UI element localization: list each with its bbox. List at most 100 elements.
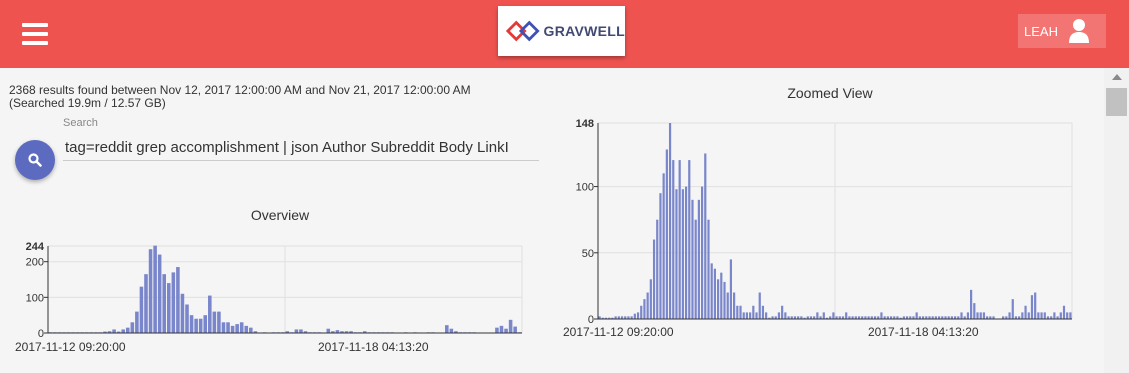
overview-bar[interactable] bbox=[139, 286, 144, 333]
overview-bar[interactable] bbox=[203, 315, 208, 333]
zoomed-bar[interactable] bbox=[649, 279, 652, 319]
overview-bar[interactable] bbox=[167, 283, 171, 333]
zoomed-bar[interactable] bbox=[652, 239, 656, 319]
zoomed-bar[interactable] bbox=[1040, 312, 1043, 319]
zoomed-bar[interactable] bbox=[845, 312, 848, 319]
zoomed-bar[interactable] bbox=[700, 186, 704, 319]
zoomed-bar[interactable] bbox=[765, 312, 768, 319]
overview-bar[interactable] bbox=[221, 322, 226, 333]
overview-bar[interactable] bbox=[226, 322, 230, 333]
zoomed-bar[interactable] bbox=[1024, 305, 1027, 319]
zoomed-bar[interactable] bbox=[707, 219, 710, 319]
overview-bar[interactable] bbox=[513, 326, 517, 333]
zoomed-bar[interactable] bbox=[970, 289, 973, 319]
overview-bar[interactable] bbox=[148, 249, 153, 333]
zoomed-bar[interactable] bbox=[880, 312, 883, 319]
zoomed-bar[interactable] bbox=[784, 312, 787, 319]
zoomed-bar[interactable] bbox=[1027, 312, 1030, 319]
zoomed-bar[interactable] bbox=[739, 305, 742, 319]
zoomed-bar[interactable] bbox=[697, 199, 700, 319]
zoomed-bar[interactable] bbox=[733, 292, 736, 319]
zoomed-bar[interactable] bbox=[640, 305, 643, 319]
overview-bar[interactable] bbox=[198, 318, 203, 333]
zoomed-bar[interactable] bbox=[781, 305, 784, 319]
zoomed-bar[interactable] bbox=[1008, 312, 1011, 319]
zoomed-bar[interactable] bbox=[1037, 312, 1040, 319]
zoomed-bar[interactable] bbox=[688, 160, 691, 319]
overview-bar[interactable] bbox=[125, 327, 130, 333]
overview-chart[interactable]: 0 100 200 244 2017-11-12 09:20:00 2017-11-18 … bbox=[5, 236, 525, 366]
overview-bar[interactable] bbox=[244, 325, 249, 333]
zoomed-bar[interactable] bbox=[1030, 295, 1034, 319]
zoomed-bar[interactable] bbox=[1069, 312, 1072, 319]
overview-bar[interactable] bbox=[121, 329, 125, 333]
overview-bar[interactable] bbox=[157, 254, 162, 333]
zoomed-bar[interactable] bbox=[636, 312, 640, 319]
overview-bar[interactable] bbox=[299, 329, 303, 333]
zoomed-bar[interactable] bbox=[1021, 312, 1024, 319]
overview-bar[interactable] bbox=[208, 295, 212, 333]
zoomed-bar[interactable] bbox=[662, 173, 665, 319]
user-menu-button[interactable]: LEAH bbox=[1018, 14, 1106, 48]
zoomed-bar[interactable] bbox=[659, 193, 662, 319]
zoomed-bar[interactable] bbox=[684, 186, 688, 319]
zoomed-bar[interactable] bbox=[755, 312, 758, 319]
overview-bar[interactable] bbox=[217, 311, 221, 333]
overview-bar[interactable] bbox=[130, 322, 135, 333]
zoomed-bar[interactable] bbox=[752, 305, 755, 319]
zoomed-bar[interactable] bbox=[1053, 312, 1056, 319]
zoomed-bar[interactable] bbox=[656, 219, 659, 319]
vertical-scrollbar[interactable] bbox=[1104, 68, 1129, 373]
zoomed-chart[interactable]: 0501001482017-11-12 09:20:00 2017-11-18 0… bbox=[555, 114, 1075, 344]
zoomed-bar[interactable] bbox=[758, 292, 761, 319]
overview-bar[interactable] bbox=[185, 304, 189, 333]
zoomed-bar[interactable] bbox=[720, 272, 723, 319]
zoomed-bar[interactable] bbox=[1043, 312, 1046, 319]
search-button[interactable] bbox=[15, 140, 55, 180]
zoomed-bar[interactable] bbox=[710, 263, 713, 319]
logo[interactable]: GRAVWELL bbox=[498, 6, 625, 56]
overview-bar[interactable] bbox=[144, 274, 148, 333]
overview-bar[interactable] bbox=[171, 272, 176, 333]
zoomed-bar[interactable] bbox=[761, 305, 765, 319]
overview-bar[interactable] bbox=[112, 329, 116, 333]
overview-bar[interactable] bbox=[235, 324, 239, 333]
overview-bar[interactable] bbox=[230, 325, 235, 333]
overview-bar[interactable] bbox=[176, 267, 180, 333]
zoomed-bar[interactable] bbox=[982, 312, 986, 319]
zoomed-bar[interactable] bbox=[822, 312, 825, 319]
overview-bar[interactable] bbox=[162, 274, 166, 333]
zoomed-bar[interactable] bbox=[742, 312, 745, 319]
zoomed-bar[interactable] bbox=[646, 292, 649, 319]
zoomed-bar[interactable] bbox=[681, 189, 684, 319]
zoomed-bar[interactable] bbox=[973, 303, 976, 319]
zoomed-bar[interactable] bbox=[832, 312, 835, 319]
overview-bar[interactable] bbox=[212, 311, 217, 333]
zoomed-bar[interactable] bbox=[915, 312, 918, 319]
overview-bar[interactable] bbox=[445, 325, 449, 333]
zoomed-bar[interactable] bbox=[979, 312, 982, 319]
overview-bar[interactable] bbox=[508, 319, 513, 333]
zoomed-bar[interactable] bbox=[745, 312, 749, 319]
zoomed-bar[interactable] bbox=[736, 305, 739, 319]
zoomed-bar[interactable] bbox=[668, 123, 672, 319]
scroll-up-arrow-icon[interactable] bbox=[1112, 74, 1122, 80]
overview-bar[interactable] bbox=[449, 328, 454, 333]
overview-bar[interactable] bbox=[153, 245, 157, 333]
zoomed-bar[interactable] bbox=[678, 160, 681, 319]
overview-bar[interactable] bbox=[194, 318, 198, 333]
zoomed-bar[interactable] bbox=[1059, 312, 1062, 319]
scroll-thumb[interactable] bbox=[1106, 88, 1127, 116]
zoomed-bar[interactable] bbox=[1066, 312, 1069, 319]
zoomed-bar[interactable] bbox=[643, 299, 646, 319]
zoomed-bar[interactable] bbox=[713, 268, 716, 319]
search-input[interactable] bbox=[63, 135, 539, 161]
zoomed-bar[interactable] bbox=[726, 292, 729, 319]
zoomed-bar[interactable] bbox=[966, 312, 970, 319]
zoomed-bar[interactable] bbox=[777, 312, 781, 319]
zoomed-bar[interactable] bbox=[976, 312, 979, 319]
zoomed-bar[interactable] bbox=[633, 313, 636, 319]
overview-bar[interactable] bbox=[499, 325, 504, 333]
overview-bar[interactable] bbox=[294, 329, 299, 333]
zoomed-bar[interactable] bbox=[1062, 305, 1066, 319]
